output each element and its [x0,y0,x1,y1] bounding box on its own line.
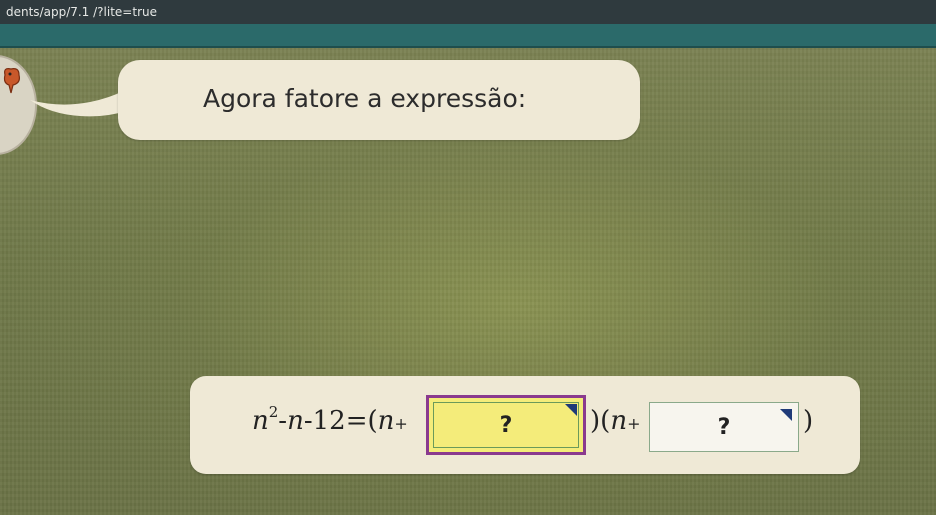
equation-right: ) [803,406,813,436]
creature-icon [3,68,20,94]
paren-close-1: ) [590,406,601,436]
equation-var-n2: n [287,406,304,436]
factor1-value: ? [499,412,513,438]
factor2-value: ? [717,414,731,440]
url-text: dents/app/7.1 /?lite=true [6,5,157,19]
speech-bubble: Agora fatore a expressão: [118,60,640,140]
answer-panel: n2-n-12=(n+ ? )(n+ ? ) [190,376,860,474]
factor1-var: n [377,406,395,436]
factor2-plus: + [627,414,641,433]
equation-exponent: 2 [268,403,279,421]
equation-var-n: n [252,406,269,436]
equation-middle: )(n+ [590,406,640,436]
address-bar[interactable]: dents/app/7.1 /?lite=true [0,0,936,24]
equation-left: n2-n-12=(n+ [252,403,408,436]
equation-constant: -12= [303,406,368,436]
paren-open-2: ( [600,406,611,436]
paren-close-2: ) [803,406,814,436]
instruction-text: Agora fatore a expressão: [203,84,527,113]
paren-open-1: ( [367,406,378,436]
factor1-plus: + [394,414,408,433]
factor2-input[interactable]: ? [649,402,799,452]
app-header-stripe [0,24,936,46]
factor1-input[interactable]: ? [426,395,586,455]
equation-minus: - [278,406,288,436]
dropdown-corner-icon [780,409,792,421]
dropdown-corner-icon [565,404,577,416]
factor2-var: n [610,406,628,436]
